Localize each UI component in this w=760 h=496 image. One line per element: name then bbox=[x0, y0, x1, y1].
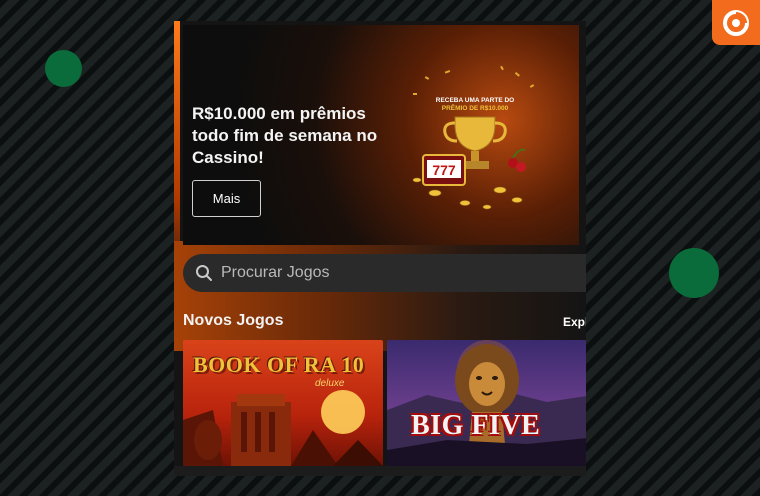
frame-bottom-bar bbox=[174, 466, 586, 476]
promo-title: R$10.000 em prêmios todo fim de semana n… bbox=[192, 104, 378, 167]
promo-art-text-1: RECEBA UMA PARTE DO bbox=[436, 97, 514, 104]
decorative-green-dot bbox=[45, 50, 82, 87]
explore-link[interactable]: Expl bbox=[563, 315, 586, 329]
promo-banner[interactable]: R$10.000 em prêmios todo fim de semana n… bbox=[183, 25, 579, 245]
section-title-new-games: Novos Jogos bbox=[183, 312, 284, 329]
game-title-big-five: BIG FIVE bbox=[411, 410, 541, 441]
mobile-app-frame: R$10.000 em prêmios todo fim de semana n… bbox=[174, 21, 586, 476]
brand-logo[interactable] bbox=[712, 0, 760, 45]
more-button[interactable]: Mais bbox=[192, 180, 261, 217]
trophy-slot-illustration: RECEBA UMA PARTE DO PRÊMIO DE R$10.000 7… bbox=[412, 65, 535, 210]
brand-logo-icon bbox=[723, 9, 749, 36]
game-thumbnail bbox=[387, 340, 586, 466]
game-card-big-five[interactable]: BIG FIVE bbox=[387, 340, 586, 466]
decorative-green-dot bbox=[669, 248, 719, 298]
game-title-book-of-ra: BOOK OF RA 10 bbox=[193, 352, 365, 377]
slot-digits: 777 bbox=[432, 162, 456, 178]
promo-art-text-2: PRÊMIO DE R$10.000 bbox=[442, 103, 509, 112]
search-icon bbox=[195, 264, 213, 282]
game-card-book-of-ra[interactable]: BOOK OF RA 10 deluxe bbox=[183, 340, 383, 466]
game-subtitle-deluxe: deluxe bbox=[315, 378, 345, 389]
search-bar[interactable]: Procurar Jogos bbox=[183, 254, 586, 292]
search-placeholder[interactable]: Procurar Jogos bbox=[221, 264, 330, 282]
